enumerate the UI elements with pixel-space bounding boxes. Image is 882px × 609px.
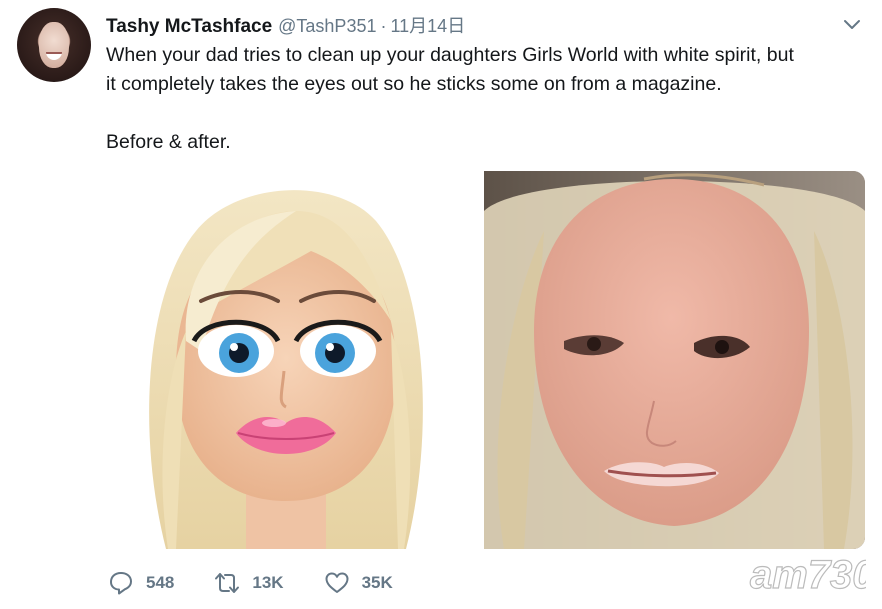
watermark-logo: am730 xyxy=(749,552,866,597)
tweet-actions: 548 13K 35K xyxy=(108,570,433,596)
reply-icon xyxy=(110,572,132,595)
tweet-text-line: When your dad tries to clean up your dau… xyxy=(106,44,794,66)
doll-after-image xyxy=(484,171,865,549)
heart-icon xyxy=(325,572,349,593)
tweet-date[interactable]: 11月14日 xyxy=(390,12,465,38)
avatar[interactable] xyxy=(17,8,91,82)
watermark-text: am730 xyxy=(750,553,866,597)
retweet-icon xyxy=(215,573,240,593)
separator-dot: · xyxy=(380,16,387,36)
retweet-count: 13K xyxy=(252,573,284,592)
tweet-text-line: Before & after. xyxy=(106,131,231,153)
tweet-media xyxy=(106,171,865,549)
chevron-down-icon[interactable] xyxy=(842,14,862,34)
reply-count: 548 xyxy=(146,573,175,592)
doll-before-image xyxy=(149,190,423,549)
retweet-button[interactable]: 13K xyxy=(214,570,284,596)
after-photo[interactable] xyxy=(484,171,865,549)
before-photo[interactable] xyxy=(106,171,458,549)
author-name[interactable]: Tashy McTashface xyxy=(106,16,272,38)
tweet-text: When your dad tries to clean up your dau… xyxy=(106,41,866,157)
author-handle[interactable]: @TashP351 xyxy=(278,16,376,37)
avatar-face xyxy=(39,22,69,68)
reply-button[interactable]: 548 xyxy=(108,570,174,596)
like-button[interactable]: 35K xyxy=(324,570,393,596)
tweet-text-line: it completely takes the eyes out so he s… xyxy=(106,73,722,95)
tweet-header: Tashy McTashface @TashP351 · 11月14日 xyxy=(106,12,465,38)
like-count: 35K xyxy=(361,573,393,592)
